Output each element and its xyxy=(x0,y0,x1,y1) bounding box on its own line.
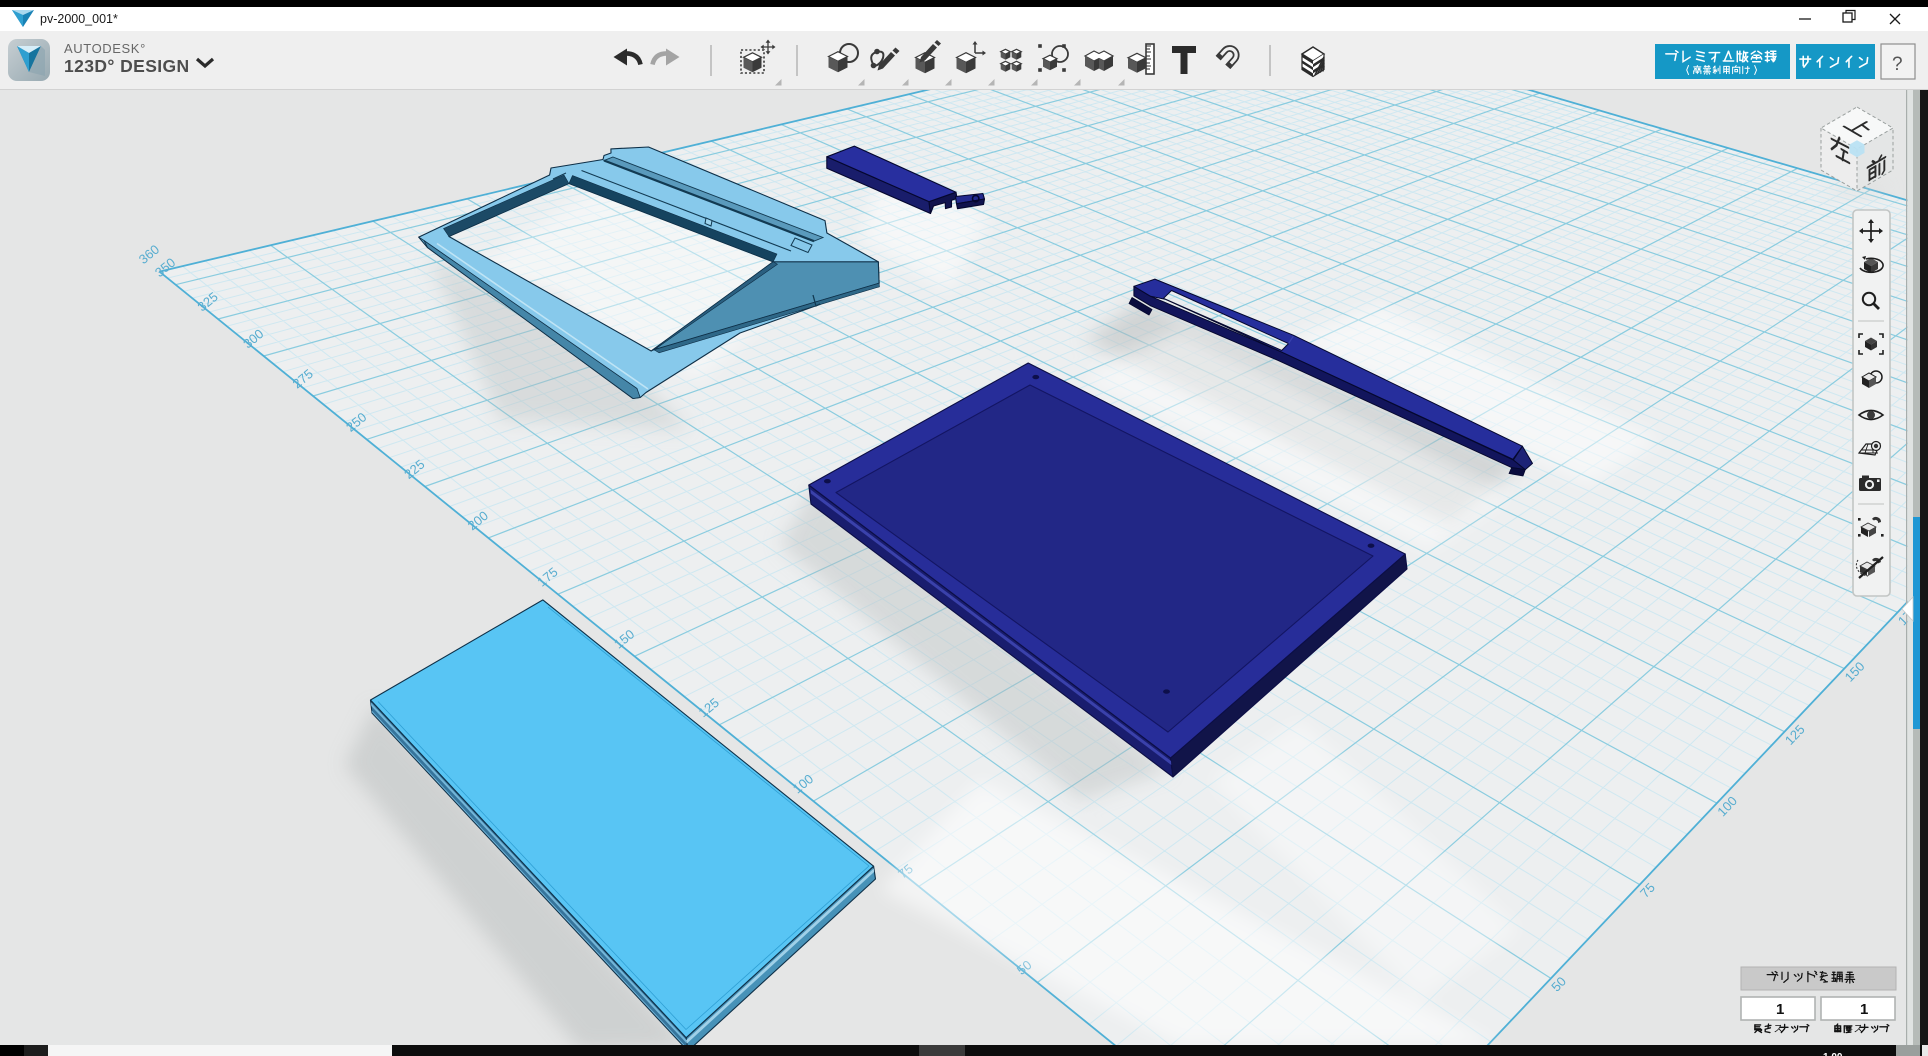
svg-text:?: ? xyxy=(1892,54,1903,75)
svg-text:123D° DESIGN: 123D° DESIGN xyxy=(64,56,190,76)
svg-text:pv-2000_001*: pv-2000_001* xyxy=(40,12,118,26)
svg-text:ス: ス xyxy=(1854,1024,1864,1035)
svg-text:1: 1 xyxy=(1860,1001,1868,1018)
svg-text:1: 1 xyxy=(1776,1001,1784,1018)
svg-text:ス: ス xyxy=(1774,1024,1784,1035)
svg-text:AUTODESK°: AUTODESK° xyxy=(64,41,146,56)
svg-text:1.00: 1.00 xyxy=(1823,1052,1843,1056)
